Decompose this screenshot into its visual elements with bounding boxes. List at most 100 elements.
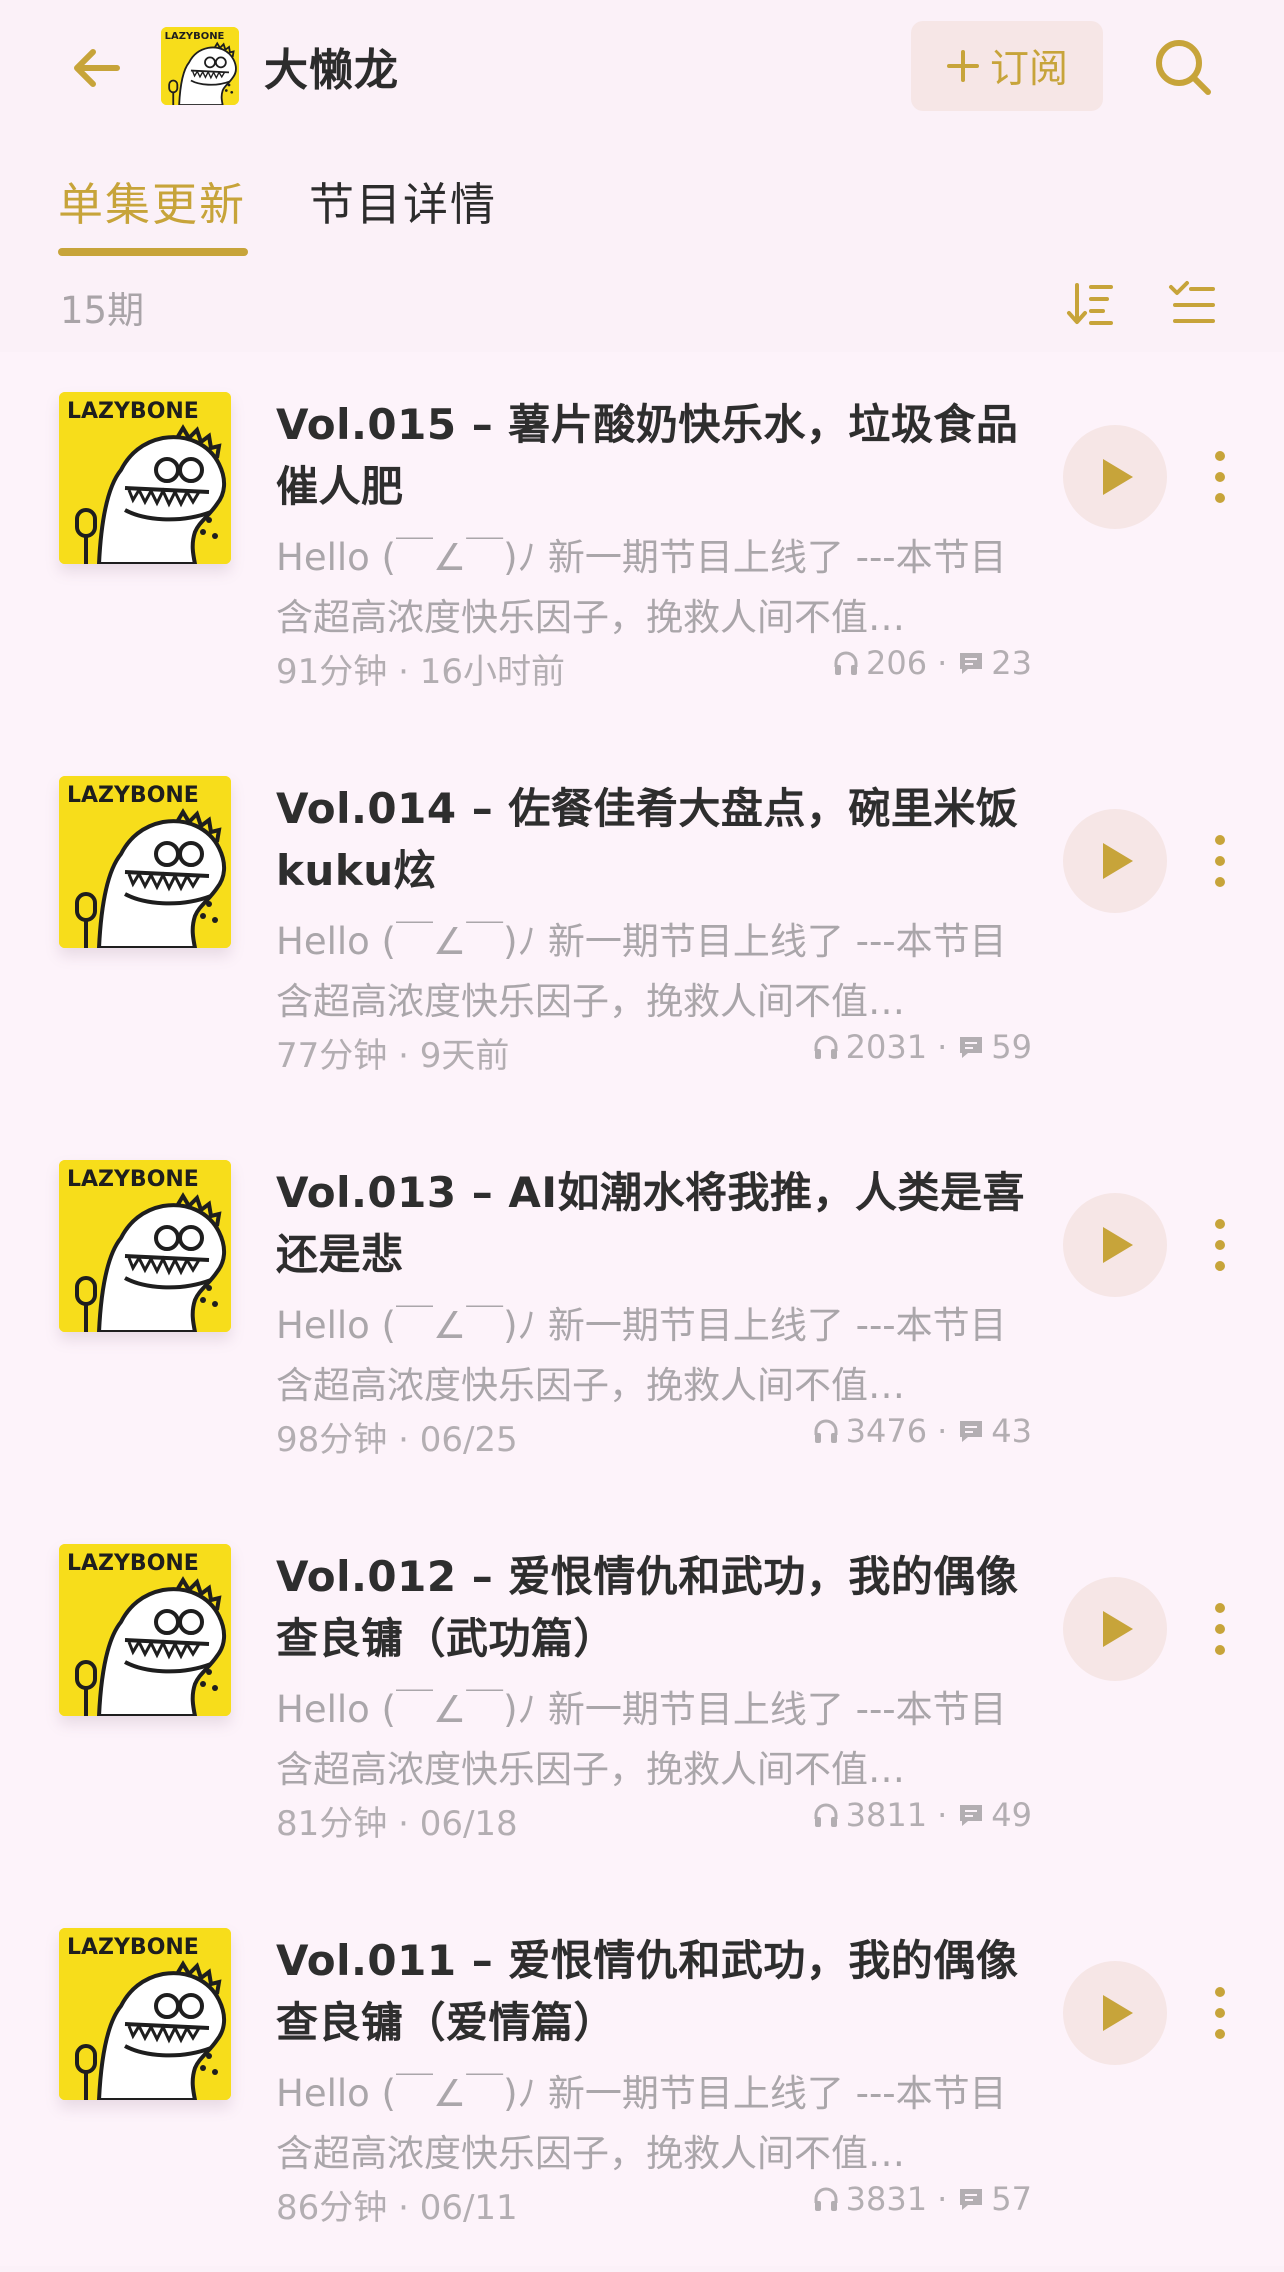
- tab-program-details[interactable]: 节目详情: [309, 168, 497, 233]
- episode-meta: 81分钟 · 06/18: [276, 1804, 518, 1844]
- episode-title: Vol.015 – 薯片酸奶快乐水，垃圾食品催人肥: [276, 400, 1019, 511]
- play-icon: [1103, 1611, 1133, 1647]
- arrow-left-icon: [74, 49, 120, 87]
- episode-date: 06/18: [419, 1804, 518, 1844]
- search-button[interactable]: [1148, 32, 1218, 102]
- episode-item[interactable]: Vol.013 – AI如潮水将我推，人类是喜还是悲 Hello (￣∠￣)ﾉ …: [0, 1120, 1284, 1504]
- headphones-icon: [812, 1417, 840, 1445]
- episode-duration: 98分钟: [276, 1420, 388, 1460]
- more-options-button[interactable]: [1200, 432, 1240, 522]
- more-options-button[interactable]: [1200, 816, 1240, 906]
- episode-title: Vol.014 – 佐餐佳肴大盘点，碗里米饭kuku炫: [276, 784, 1019, 895]
- comment-icon: [957, 649, 985, 677]
- sort-order-icon: [1067, 283, 1113, 325]
- checklist-icon: [1169, 281, 1215, 323]
- episode-comment-count: 49: [991, 1796, 1032, 1834]
- episode-duration: 77分钟: [276, 1036, 388, 1076]
- more-vertical-icon: [1215, 1219, 1225, 1271]
- sort-button[interactable]: [1062, 274, 1118, 334]
- headphones-icon: [812, 2185, 840, 2213]
- episode-play-count: 2031: [845, 1028, 928, 1066]
- comment-icon: [957, 1417, 985, 1445]
- tab-episode-updates[interactable]: 单集更新: [58, 168, 246, 233]
- episode-description: Hello (￣∠￣)ﾉ 新一期节目上线了 ---本节目含超高浓度快乐因子，挽救…: [276, 1688, 1007, 1791]
- episode-cover: [59, 1160, 231, 1332]
- headphones-icon: [812, 1033, 840, 1061]
- episode-item[interactable]: Vol.015 – 薯片酸奶快乐水，垃圾食品催人肥 Hello (￣∠￣)ﾉ 新…: [0, 352, 1284, 736]
- more-vertical-icon: [1215, 1603, 1225, 1655]
- more-vertical-icon: [1215, 835, 1225, 887]
- episode-play-count: 206: [866, 644, 928, 682]
- episode-comment-count: 43: [991, 1412, 1032, 1450]
- episode-date: 06/11: [419, 2188, 518, 2228]
- episode-stats: 3831 · 57: [812, 2180, 1032, 2218]
- play-button[interactable]: [1063, 809, 1167, 913]
- episode-description: Hello (￣∠￣)ﾉ 新一期节目上线了 ---本节目含超高浓度快乐因子，挽救…: [276, 2072, 1007, 2175]
- episode-play-count: 3811: [845, 1796, 928, 1834]
- play-button[interactable]: [1063, 1193, 1167, 1297]
- episode-comment-count: 59: [991, 1028, 1032, 1066]
- list-toolbar: 15期: [0, 262, 1284, 352]
- episode-stats: 206 · 23: [832, 644, 1032, 682]
- episode-cover: [59, 1544, 231, 1716]
- episode-cover: [59, 392, 231, 564]
- episode-date: 9天前: [419, 1036, 510, 1076]
- headphones-icon: [812, 1801, 840, 1829]
- episode-meta: 86分钟 · 06/11: [276, 2188, 518, 2228]
- more-vertical-icon: [1215, 451, 1225, 503]
- episode-item[interactable]: Vol.011 – 爱恨情仇和武功，我的偶像查良镛（爱情篇） Hello (￣∠…: [0, 1888, 1284, 2272]
- episode-count: 15期: [60, 289, 145, 332]
- episode-item[interactable]: Vol.012 – 爱恨情仇和武功，我的偶像查良镛（武功篇） Hello (￣∠…: [0, 1504, 1284, 1888]
- episode-meta: 98分钟 · 06/25: [276, 1420, 518, 1460]
- episode-duration: 86分钟: [276, 2188, 388, 2228]
- play-button[interactable]: [1063, 425, 1167, 529]
- episode-stats: 3476 · 43: [812, 1412, 1032, 1450]
- more-options-button[interactable]: [1200, 1584, 1240, 1674]
- back-button[interactable]: [66, 38, 126, 98]
- episode-description: Hello (￣∠￣)ﾉ 新一期节目上线了 ---本节目含超高浓度快乐因子，挽救…: [276, 920, 1007, 1023]
- episode-meta: 91分钟 · 16小时前: [276, 652, 565, 692]
- plus-icon: [946, 49, 980, 83]
- episode-meta: 77分钟 · 9天前: [276, 1036, 510, 1076]
- episode-play-count: 3476: [845, 1412, 928, 1450]
- subscribe-button[interactable]: 订阅: [911, 21, 1103, 111]
- comment-icon: [957, 2185, 985, 2213]
- episode-title: Vol.011 – 爱恨情仇和武功，我的偶像查良镛（爱情篇）: [276, 1936, 1019, 2047]
- episode-stats: 3811 · 49: [812, 1796, 1032, 1834]
- episode-cover: [59, 1928, 231, 2100]
- episode-description: Hello (￣∠￣)ﾉ 新一期节目上线了 ---本节目含超高浓度快乐因子，挽救…: [276, 536, 1007, 639]
- play-icon: [1103, 1227, 1133, 1263]
- episode-comment-count: 57: [991, 2180, 1032, 2218]
- more-options-button[interactable]: [1200, 1968, 1240, 2058]
- episode-cover: [59, 776, 231, 948]
- episode-comment-count: 23: [991, 644, 1032, 682]
- batch-select-button[interactable]: [1164, 274, 1220, 334]
- episode-date: 06/25: [419, 1420, 518, 1460]
- episode-date: 16小时前: [419, 652, 565, 692]
- more-vertical-icon: [1215, 1987, 1225, 2039]
- episode-list: Vol.015 – 薯片酸奶快乐水，垃圾食品催人肥 Hello (￣∠￣)ﾉ 新…: [0, 352, 1284, 2266]
- comment-icon: [957, 1033, 985, 1061]
- episode-title: Vol.012 – 爱恨情仇和武功，我的偶像查良镛（武功篇）: [276, 1552, 1019, 1663]
- episode-stats: 2031 · 59: [812, 1028, 1032, 1066]
- episode-duration: 91分钟: [276, 652, 388, 692]
- podcast-cover-thumbnail: [161, 27, 239, 105]
- podcast-title: 大懒龙: [264, 45, 399, 96]
- subscribe-label: 订阅: [989, 47, 1068, 92]
- search-icon: [1156, 40, 1211, 95]
- more-options-button[interactable]: [1200, 1200, 1240, 1290]
- episode-play-count: 3831: [845, 2180, 928, 2218]
- episode-description: Hello (￣∠￣)ﾉ 新一期节目上线了 ---本节目含超高浓度快乐因子，挽救…: [276, 1304, 1007, 1407]
- comment-icon: [957, 1801, 985, 1829]
- headphones-icon: [832, 649, 860, 677]
- play-icon: [1103, 843, 1133, 879]
- play-button[interactable]: [1063, 1961, 1167, 2065]
- play-icon: [1103, 459, 1133, 495]
- episode-title: Vol.013 – AI如潮水将我推，人类是喜还是悲: [276, 1168, 1025, 1279]
- play-icon: [1103, 1995, 1133, 2031]
- episode-item[interactable]: Vol.014 – 佐餐佳肴大盘点，碗里米饭kuku炫 Hello (￣∠￣)ﾉ…: [0, 736, 1284, 1120]
- play-button[interactable]: [1063, 1577, 1167, 1681]
- app-header: 大懒龙 订阅: [0, 0, 1284, 132]
- episode-duration: 81分钟: [276, 1804, 388, 1844]
- active-tab-indicator: [58, 248, 248, 256]
